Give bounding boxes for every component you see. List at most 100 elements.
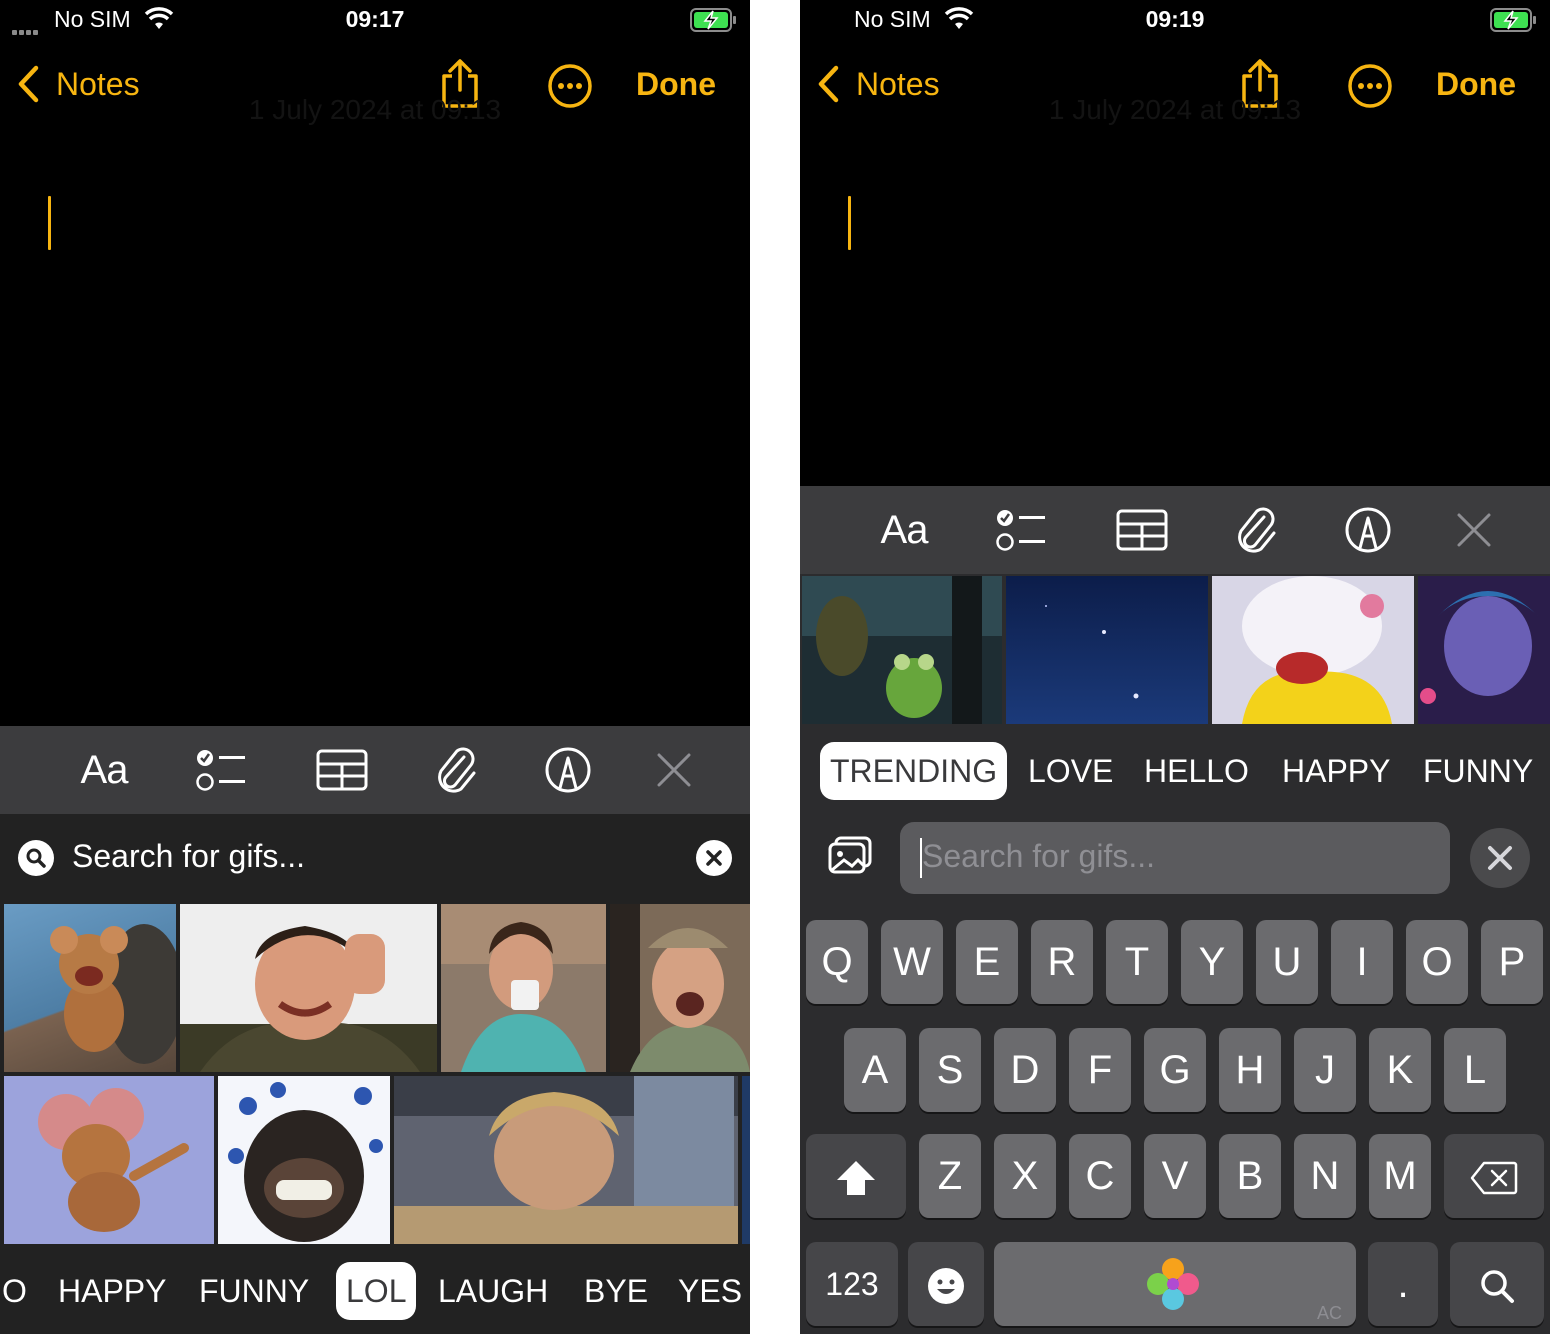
- category-item[interactable]: O: [2, 1262, 27, 1320]
- giphy-flower-icon: [1147, 1258, 1199, 1310]
- search-key[interactable]: [1450, 1242, 1544, 1326]
- gif-tile-monkey-grinning[interactable]: [218, 1076, 390, 1244]
- gif-search-placeholder: Search for gifs...: [922, 838, 1155, 874]
- key[interactable]: G: [1144, 1028, 1206, 1112]
- key[interactable]: H: [1219, 1028, 1281, 1112]
- space-key[interactable]: AC: [994, 1242, 1356, 1326]
- gif-tile-frog-swamp[interactable]: [802, 576, 1002, 724]
- clear-search-icon[interactable]: [696, 840, 732, 876]
- period-key[interactable]: .: [1368, 1242, 1438, 1326]
- shift-arrow-icon: [837, 1161, 875, 1196]
- paperclip-icon[interactable]: [432, 726, 480, 814]
- paperclip-icon[interactable]: [1232, 486, 1280, 574]
- gif-search-bar[interactable]: Search for gifs...: [0, 814, 750, 902]
- gif-keyboard-panel: Aa TRENDING LOVE HELLO HAPPY FUNNY Searc…: [800, 486, 1550, 1334]
- category-item[interactable]: HAPPY: [58, 1262, 166, 1320]
- key[interactable]: E: [956, 920, 1018, 1004]
- checklist-icon[interactable]: [994, 486, 1048, 574]
- key[interactable]: Z: [919, 1134, 981, 1218]
- gif-tile-night-sky[interactable]: [1006, 576, 1208, 724]
- format-text-button[interactable]: Aa: [876, 486, 932, 574]
- key[interactable]: V: [1144, 1134, 1206, 1218]
- gif-search-placeholder[interactable]: Search for gifs...: [72, 838, 305, 875]
- gif-search-input[interactable]: Search for gifs...: [900, 822, 1450, 894]
- backspace-key[interactable]: [1444, 1134, 1544, 1218]
- category-item-active[interactable]: TRENDING: [820, 742, 1008, 800]
- key[interactable]: C: [1069, 1134, 1131, 1218]
- table-icon[interactable]: [314, 726, 370, 814]
- close-toolbar-icon[interactable]: [1454, 486, 1494, 574]
- close-toolbar-icon[interactable]: [654, 726, 694, 814]
- battery-charging-icon: [690, 7, 738, 38]
- key[interactable]: M: [1369, 1134, 1431, 1218]
- key[interactable]: W: [881, 920, 943, 1004]
- right-screen: No SIM 09:19 Notes Done 1 July 2024 at 0…: [800, 0, 1550, 1334]
- emoji-icon: [928, 1268, 964, 1305]
- key[interactable]: A: [844, 1028, 906, 1112]
- gif-category-bar: TRENDING LOVE HELLO HAPPY FUNNY: [800, 738, 1550, 802]
- format-text-button[interactable]: Aa: [76, 726, 132, 814]
- category-item[interactable]: LOVE: [1028, 742, 1113, 800]
- keyboard-badge: AC: [1316, 1303, 1342, 1323]
- key[interactable]: J: [1294, 1028, 1356, 1112]
- gif-tile-cartoon-mouse-laughing[interactable]: [4, 904, 176, 1072]
- category-item-active[interactable]: LOL: [336, 1262, 417, 1320]
- search-icon: [18, 840, 54, 876]
- key[interactable]: T: [1106, 920, 1168, 1004]
- key[interactable]: F: [1069, 1028, 1131, 1112]
- gif-tile-partial[interactable]: [742, 1076, 750, 1244]
- gif-tile-old-man-laughing[interactable]: [610, 904, 750, 1072]
- category-item[interactable]: LAUGH: [438, 1262, 548, 1320]
- gif-search-bar: Search for gifs...: [800, 822, 1550, 894]
- gif-tile-animated-character[interactable]: [1418, 576, 1550, 724]
- key[interactable]: K: [1369, 1028, 1431, 1112]
- text-cursor: [920, 838, 922, 878]
- category-item[interactable]: YES: [678, 1262, 742, 1320]
- key[interactable]: B: [1219, 1134, 1281, 1218]
- clear-search-icon[interactable]: [1470, 828, 1530, 888]
- key[interactable]: D: [994, 1028, 1056, 1112]
- key[interactable]: O: [1406, 920, 1468, 1004]
- category-item[interactable]: HELLO: [1144, 742, 1249, 800]
- gif-tile-yellow-character[interactable]: [1212, 576, 1414, 724]
- category-item[interactable]: FUNNY: [199, 1262, 309, 1320]
- gif-tile-woman-laughing[interactable]: [441, 904, 606, 1072]
- key[interactable]: R: [1031, 920, 1093, 1004]
- status-time: 09:17: [345, 6, 405, 32]
- gif-tile-man-laughing-table[interactable]: [394, 1076, 738, 1244]
- text-cursor[interactable]: [48, 196, 51, 250]
- gif-keyboard-panel: Search for gifs... O HAPPY FUNNY LOL LAU…: [0, 814, 750, 1334]
- emoji-key[interactable]: [908, 1242, 984, 1326]
- key[interactable]: U: [1256, 920, 1318, 1004]
- search-icon: [1481, 1270, 1514, 1304]
- text-cursor[interactable]: [848, 196, 851, 250]
- markup-pen-icon[interactable]: [1342, 486, 1394, 574]
- key[interactable]: P: [1481, 920, 1543, 1004]
- category-item[interactable]: BYE: [584, 1262, 648, 1320]
- status-time: 09:19: [1145, 6, 1205, 32]
- numbers-key[interactable]: 123: [806, 1242, 898, 1326]
- key[interactable]: L: [1444, 1028, 1506, 1112]
- key[interactable]: I: [1331, 920, 1393, 1004]
- note-date: 1 July 2024 at 09:13: [1048, 94, 1302, 125]
- format-toolbar: Aa: [0, 726, 750, 814]
- note-date: 1 July 2024 at 09:13: [248, 94, 502, 125]
- category-item[interactable]: FUNNY: [1423, 742, 1533, 800]
- checklist-icon[interactable]: [194, 726, 248, 814]
- status-bar: No SIM 09:17: [0, 0, 750, 42]
- key[interactable]: N: [1294, 1134, 1356, 1218]
- gif-tile-cartoon-mouse-pointing[interactable]: [4, 1076, 214, 1244]
- key[interactable]: Q: [806, 920, 868, 1004]
- category-item[interactable]: HAPPY: [1282, 742, 1390, 800]
- key[interactable]: Y: [1181, 920, 1243, 1004]
- shift-key[interactable]: [806, 1134, 906, 1218]
- backspace-icon: [1470, 1162, 1518, 1195]
- key[interactable]: X: [994, 1134, 1056, 1218]
- left-screen: No SIM 09:17 Notes Done 1 July 2024 at 0…: [0, 0, 750, 1334]
- image-gallery-icon[interactable]: [828, 836, 874, 881]
- gif-category-bar: O HAPPY FUNNY LOL LAUGH BYE YES: [0, 1250, 750, 1334]
- gif-tile-man-laughing[interactable]: [180, 904, 437, 1072]
- key[interactable]: S: [919, 1028, 981, 1112]
- markup-pen-icon[interactable]: [542, 726, 594, 814]
- table-icon[interactable]: [1114, 486, 1170, 574]
